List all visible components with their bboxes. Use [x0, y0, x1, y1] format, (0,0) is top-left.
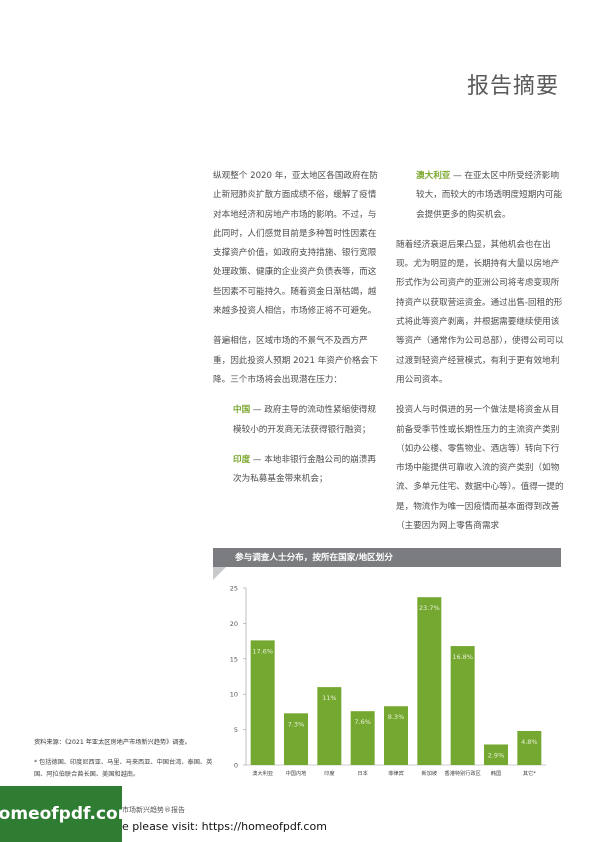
- y-tick-label: 5: [234, 726, 238, 734]
- footer-report-name: 市场新兴趋势®报告: [122, 806, 185, 814]
- y-tick-label: 20: [230, 620, 238, 628]
- bar-value-label: 16.8%: [452, 653, 473, 661]
- source-line: 资料来源：《2021 年亚太区房地产市场新兴趋势》调查。: [34, 739, 191, 746]
- bar-chart: 0 5 10 15 20 25 17.6% 澳大利亚 7.3% 中国内地 11% 印度 7.6% 日本 8.…: [230, 585, 546, 777]
- bar: [517, 731, 542, 765]
- right-column: 澳大利亚 — 在亚太区中所受经济影响较大，而较大的市场透明度短期内可能会提供更多…: [396, 167, 564, 547]
- x-tick-label: 新加坡: [422, 769, 438, 777]
- bar-value-label: 11%: [322, 694, 336, 702]
- source-note: 资料来源：《2021 年亚太区房地产市场新兴趋势》调查。 * 包括德国、印度尼西…: [34, 737, 214, 781]
- market-item-india: 印度 — 本地非银行金融公司的崩溃再次为私募基金带来机会；: [213, 451, 383, 490]
- market-label: 印度: [233, 454, 251, 465]
- paragraph: 随着经济衰退后果凸显，其他机会也在出现。尤为明显的是，长期持有大量以房地产形式作…: [396, 239, 564, 385]
- bar-value-label: 7.3%: [288, 720, 305, 728]
- market-label: 中国: [233, 405, 251, 416]
- chart-title: 参与调查人士分布，按所在国家/地区划分: [235, 553, 393, 563]
- y-tick-label: 25: [230, 585, 238, 593]
- footnote: * 包括德国、印度尼西亚、马里、马来西亚、中国台湾、泰国、英国、阿拉伯联合酋长国…: [34, 759, 213, 778]
- x-tick-label: 菲律宾: [388, 769, 404, 777]
- market-item-china: 中国 — 政府主导的流动性紧缩使得规模较小的开发商无法获得银行融资；: [213, 401, 383, 440]
- bar-value-label: 7.6%: [354, 718, 371, 726]
- paragraph: 普遍相信，区域市场的不景气不及西方严重，因此投资人预期 2021 年资产价格会下…: [213, 336, 378, 385]
- x-tick-label: 其它*: [523, 769, 536, 777]
- y-tick-label: 15: [230, 655, 238, 663]
- bar-value-label: 17.6%: [252, 647, 273, 655]
- paragraph: 投资人与时俱进的另一个做法是将资金从目前备受季节性或长期性压力的主流资产类别（如…: [396, 405, 564, 532]
- bar-value-label: 23.7%: [419, 604, 440, 612]
- x-tick-label: 中国内地: [286, 769, 307, 777]
- chart-title-band: 参与调查人士分布，按所在国家/地区划分: [213, 548, 561, 567]
- bar-value-label: 2.9%: [488, 751, 505, 759]
- market-text: — 政府主导的流动性紧缩使得规模较小的开发商无法获得银行融资；: [233, 405, 376, 435]
- brand-logo[interactable]: homeofpdf.com: [0, 786, 135, 842]
- bar: [450, 646, 475, 765]
- market-text: — 本地非银行金融公司的崩溃再次为私募基金带来机会；: [233, 454, 376, 485]
- bar-value-label: 4.8%: [521, 738, 538, 746]
- footer-visit-link[interactable]: e please visit: https://homeofpdf.com: [122, 820, 327, 833]
- x-tick-label: 香港特别行政区: [445, 769, 481, 777]
- page-title: 报告摘要: [466, 74, 559, 99]
- market-label: 澳大利亚: [416, 171, 451, 181]
- bar: [250, 640, 275, 765]
- x-tick-label: 印度: [324, 769, 334, 777]
- x-tick-label: 澳大利亚: [252, 769, 273, 777]
- y-tick-label: 0: [234, 762, 238, 770]
- x-tick-label: 日本: [357, 769, 367, 777]
- market-item-australia: 澳大利亚 — 在亚太区中所受经济影响较大，而较大的市场透明度短期内可能会提供更多…: [396, 167, 564, 225]
- y-tick-label: 10: [230, 691, 238, 699]
- x-tick-label: 韩国: [491, 769, 501, 777]
- left-column: 纵观整个 2020 年，亚太地区各国政府在防止新冠肺炎扩散方面成绩不俗，缓解了疫…: [213, 167, 383, 500]
- paragraph: 纵观整个 2020 年，亚太地区各国政府在防止新冠肺炎扩散方面成绩不俗，缓解了疫…: [213, 171, 378, 317]
- bar: [417, 597, 442, 765]
- bar-value-label: 8.3%: [388, 713, 405, 721]
